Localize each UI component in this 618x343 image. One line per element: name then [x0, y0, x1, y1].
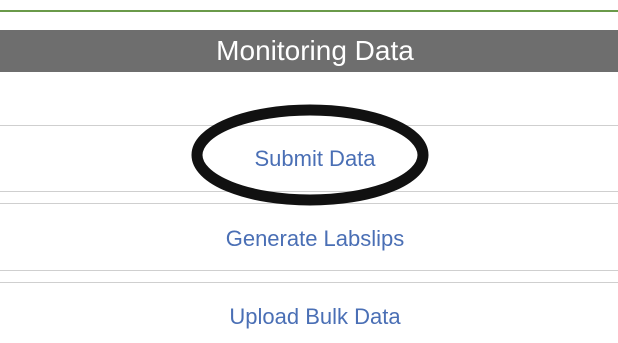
divider: [0, 203, 618, 204]
top-accent-rule: [0, 10, 618, 12]
upload-bulk-data-link[interactable]: Upload Bulk Data: [0, 304, 618, 330]
section-title: Monitoring Data: [216, 35, 414, 66]
divider: [0, 270, 618, 271]
generate-labslips-link[interactable]: Generate Labslips: [0, 226, 618, 252]
submit-data-link[interactable]: Submit Data: [0, 146, 618, 172]
divider: [0, 125, 618, 126]
section-header: Monitoring Data: [0, 30, 618, 72]
divider: [0, 282, 618, 283]
divider: [0, 191, 618, 192]
